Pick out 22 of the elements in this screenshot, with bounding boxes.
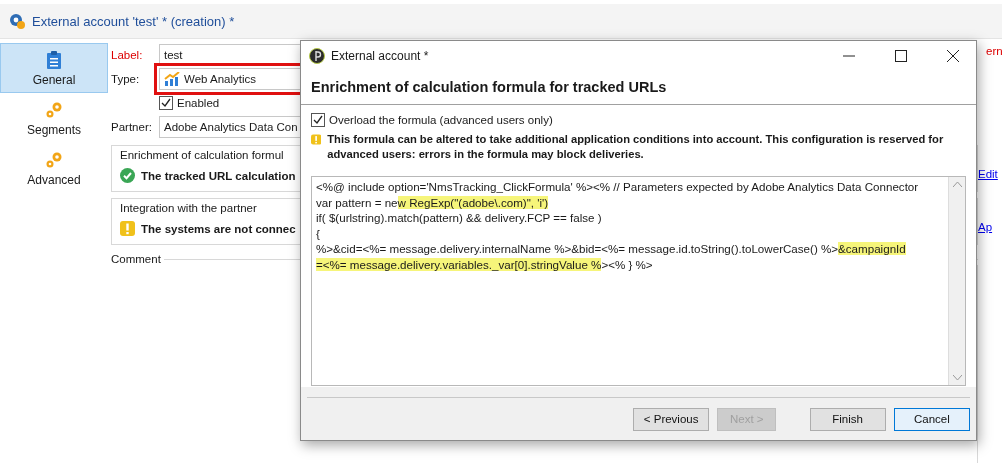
group-title: Integration with the partner xyxy=(120,202,257,214)
field-label: ern xyxy=(986,45,1002,57)
code-text: if( $(urlstring).match(pattern) && delivery.FCP == false ) xyxy=(316,211,602,224)
code-text: ><% } %> xyxy=(601,257,653,271)
dialog-heading: Enrichment of calculation formula for tracked URLs xyxy=(301,71,976,105)
code-text: { xyxy=(316,226,320,240)
code-text: =<%= message.delivery.variables._var[0].stringValue % xyxy=(316,257,602,271)
code-text: <%@ include option='NmsTracking_ClickFormula' %><% // Parameters expected by Adobe Analytics Data Connector xyxy=(316,180,919,193)
checkbox-label: Overload the formula (advanced users only) xyxy=(329,114,553,126)
status-message: The tracked URL calculation xyxy=(141,169,296,182)
dialog-title: External account * xyxy=(331,49,430,63)
checkbox-label: Enabled xyxy=(177,97,220,109)
code-text: var pattern = ne xyxy=(316,195,398,209)
status-message: The systems are not connec xyxy=(141,222,296,235)
window-title: External account 'test' * (creation) * xyxy=(32,13,235,29)
field-label: Label: xyxy=(111,49,144,61)
field-label: Type: xyxy=(111,73,141,85)
group-title: Enrichment of calculation formul xyxy=(120,149,284,161)
group-title: Comment xyxy=(111,253,161,265)
warning-message: This formula can be altered to take additional application conditions into account. This configuration is reserved for advanced users: errors in the formula may block deliveries. xyxy=(327,132,945,162)
field-label: Partner: xyxy=(111,121,153,133)
code-text: &campaignId xyxy=(838,242,906,255)
